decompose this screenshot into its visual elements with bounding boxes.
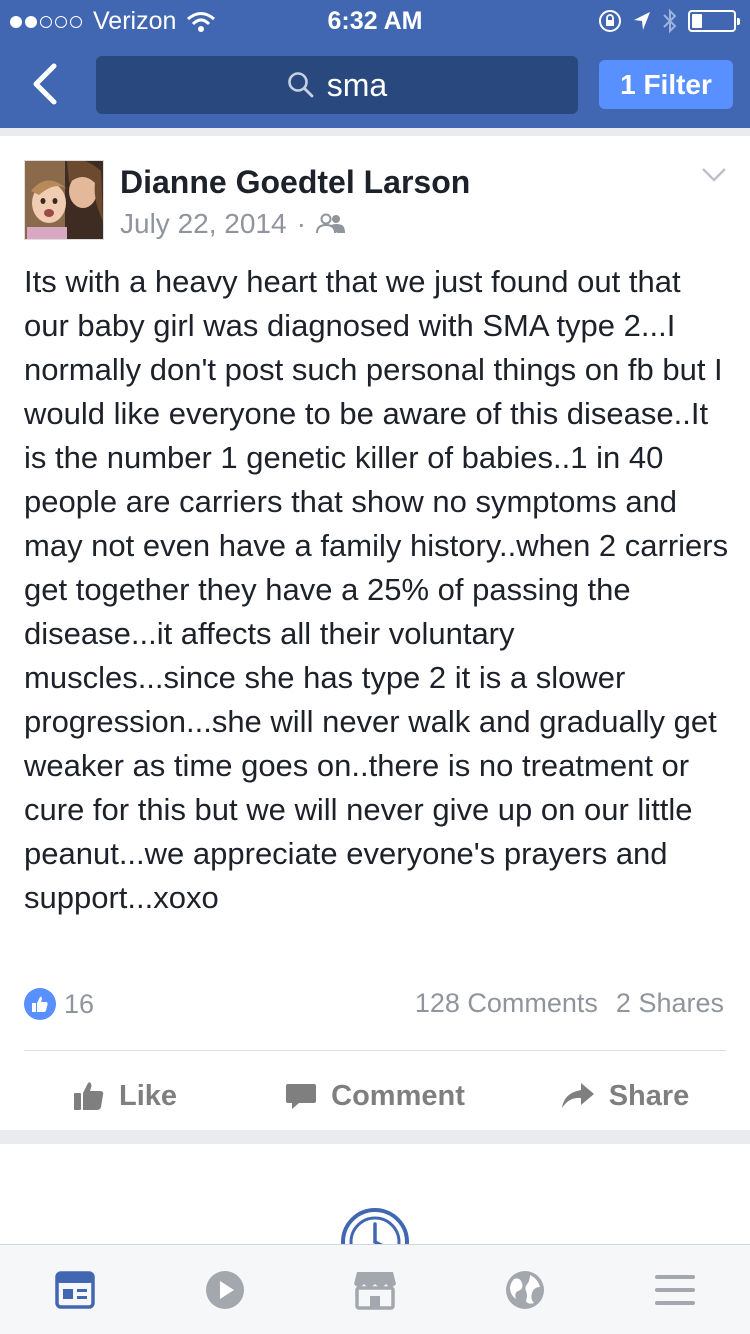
location-arrow-icon [634, 12, 650, 30]
search-input[interactable]: sma [96, 56, 578, 114]
tab-menu[interactable] [600, 1245, 750, 1334]
shares-count[interactable]: 2 Shares [616, 988, 724, 1018]
avatar[interactable] [24, 160, 104, 240]
share-arrow-icon [561, 1083, 594, 1108]
battery-level [692, 14, 702, 28]
friends-icon [315, 213, 345, 234]
like-reaction-icon [24, 988, 56, 1020]
post-actions: Like Comment Share [0, 1066, 750, 1126]
bluetooth-icon [663, 8, 677, 34]
marketplace-icon [354, 1271, 396, 1310]
rotation-lock-icon [599, 10, 621, 32]
divider [24, 1050, 726, 1051]
bottom-tab-bar [0, 1244, 750, 1334]
top-header: Verizon 6:32 AM sma 1 Filter [0, 0, 750, 128]
globe-icon [506, 1270, 544, 1309]
chevron-left-icon[interactable] [28, 62, 64, 106]
comment-icon [286, 1084, 317, 1109]
post-author[interactable]: Dianne Goedtel Larson [120, 164, 470, 201]
comments-count[interactable]: 128 Comments [415, 988, 598, 1018]
share-button[interactable]: Share [500, 1066, 750, 1126]
status-icons [598, 8, 740, 34]
reactions-summary[interactable]: 16 [24, 988, 94, 1020]
like-count: 16 [64, 988, 95, 1019]
like-button[interactable]: Like [0, 1066, 250, 1126]
status-bar: Verizon 6:32 AM [0, 0, 750, 40]
search-query: sma [326, 66, 388, 103]
post-date[interactable]: July 22, 2014 [120, 208, 287, 240]
memories-clock-icon[interactable] [339, 1206, 411, 1246]
comment-label: Comment [331, 1079, 465, 1112]
post-card: Dianne Goedtel Larson July 22, 2014 · It… [0, 136, 750, 1130]
share-label: Share [608, 1079, 690, 1112]
comment-button[interactable]: Comment [250, 1066, 500, 1126]
post-text: Its with a heavy heart that we just foun… [24, 264, 729, 915]
tab-marketplace[interactable] [300, 1245, 450, 1334]
battery-icon [688, 10, 740, 32]
video-icon [206, 1270, 244, 1309]
chevron-down-icon[interactable] [700, 166, 728, 184]
menu-icon [655, 1274, 695, 1305]
news-feed-icon [55, 1270, 95, 1309]
filter-button[interactable]: 1 Filter [599, 60, 733, 109]
tab-news-feed[interactable] [0, 1245, 150, 1334]
post-stats: 16 128 Comments 2 Shares [24, 988, 724, 1024]
profile-photo [25, 161, 103, 239]
tab-notifications-globe[interactable] [450, 1245, 600, 1334]
search-icon [287, 72, 314, 98]
thumbs-up-icon [73, 1082, 104, 1110]
tab-video[interactable] [150, 1245, 300, 1334]
like-label: Like [118, 1079, 178, 1112]
engagement-counts: 128 Comments 2 Shares [397, 988, 724, 1019]
meta-separator: · [296, 208, 306, 239]
post-meta: July 22, 2014 · [120, 208, 346, 240]
